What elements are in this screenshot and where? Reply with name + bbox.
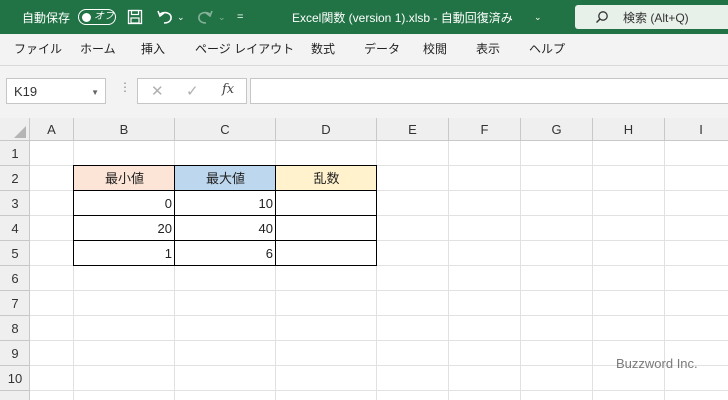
row-header-7[interactable]: 7 <box>0 291 30 316</box>
autosave-toggle[interactable]: オフ <box>78 9 116 25</box>
insert-function-button[interactable]: fx <box>222 82 234 97</box>
row-header-2[interactable]: 2 <box>0 166 30 191</box>
row-header-10[interactable]: 10 <box>0 366 30 391</box>
gridline <box>520 141 521 400</box>
tab-help[interactable]: ヘルプ <box>529 34 565 65</box>
column-header-a[interactable]: A <box>30 118 74 141</box>
cell-d2-random-header[interactable]: 乱数 <box>276 166 377 191</box>
cell-c5[interactable]: 6 <box>175 241 276 266</box>
redo-dropdown-icon[interactable]: ⌄ <box>218 0 226 34</box>
formula-bar: K19 ▼ ⋮ ✕ ✓ fx <box>0 66 728 118</box>
cell-c2-max-header[interactable]: 最大値 <box>175 166 276 191</box>
tab-view[interactable]: 表示 <box>476 34 500 65</box>
document-title[interactable]: Excel関数 (version 1).xlsb - 自動回復済み <box>292 0 513 34</box>
cell-b3[interactable]: 0 <box>74 191 175 216</box>
gridline <box>448 141 449 400</box>
column-header-i[interactable]: I <box>665 118 728 141</box>
column-header-d[interactable]: D <box>276 118 377 141</box>
column-header-b[interactable]: B <box>74 118 175 141</box>
cell-c3[interactable]: 10 <box>175 191 276 216</box>
name-box-dropdown-icon[interactable]: ▼ <box>91 88 99 97</box>
column-header-h[interactable]: H <box>593 118 665 141</box>
customize-toolbar-icon[interactable]: = <box>237 0 243 34</box>
ribbon-tabs: ファイル ホーム 挿入 ページ レイアウト 数式 データ 校閲 表示 ヘルプ <box>0 34 728 66</box>
redo-icon[interactable] <box>196 0 214 34</box>
row-header-4[interactable]: 4 <box>0 216 30 241</box>
autosave-state: オフ <box>94 11 114 22</box>
tab-review[interactable]: 校閲 <box>423 34 447 65</box>
enter-icon[interactable]: ✓ <box>186 82 199 100</box>
gridline <box>30 390 728 391</box>
cell-c4[interactable]: 40 <box>175 216 276 241</box>
autosave-label: 自動保存 <box>22 10 71 25</box>
name-box-value: K19 <box>14 83 38 99</box>
table-border <box>73 190 377 191</box>
tab-file[interactable]: ファイル <box>14 34 62 65</box>
formula-input[interactable] <box>250 78 728 104</box>
formula-bar-grip-icon[interactable]: ⋮ <box>119 80 131 94</box>
cell-d5[interactable] <box>276 241 377 266</box>
row-header-1[interactable]: 1 <box>0 141 30 166</box>
gridline <box>592 141 593 400</box>
gridline <box>30 290 728 291</box>
column-headers: A B C D E F G H I <box>0 118 728 141</box>
select-all-button[interactable] <box>0 118 30 141</box>
tab-page-layout[interactable]: ページ レイアウト <box>195 34 294 65</box>
title-dropdown-icon[interactable]: ⌄ <box>534 0 542 34</box>
row-header-9[interactable]: 9 <box>0 341 30 366</box>
row-headers: 1 2 3 4 5 6 7 8 9 10 <box>0 141 30 400</box>
undo-icon[interactable] <box>156 0 174 34</box>
undo-dropdown-icon[interactable]: ⌄ <box>177 0 185 34</box>
row-header-3[interactable]: 3 <box>0 191 30 216</box>
column-header-c[interactable]: C <box>175 118 276 141</box>
column-header-g[interactable]: G <box>521 118 593 141</box>
cell-b4[interactable]: 20 <box>74 216 175 241</box>
search-box[interactable]: 検索 (Alt+Q) <box>575 5 728 29</box>
table-border <box>73 215 377 216</box>
name-box[interactable]: K19 ▼ <box>6 78 106 104</box>
search-icon <box>595 10 609 24</box>
search-placeholder: 検索 (Alt+Q) <box>623 10 689 25</box>
cell-d4[interactable] <box>276 216 377 241</box>
gridline <box>30 315 728 316</box>
row-header-8[interactable]: 8 <box>0 316 30 341</box>
toggle-knob <box>82 12 91 22</box>
row-header-6[interactable]: 6 <box>0 266 30 291</box>
cell-b2-min-header[interactable]: 最小値 <box>74 166 175 191</box>
watermark: Buzzword Inc. <box>616 356 698 371</box>
save-icon[interactable] <box>127 0 143 34</box>
tab-data[interactable]: データ <box>364 34 400 65</box>
tab-formulas[interactable]: 数式 <box>311 34 335 65</box>
tab-insert[interactable]: 挿入 <box>141 34 165 65</box>
gridline <box>30 340 728 341</box>
tab-home[interactable]: ホーム <box>80 34 116 65</box>
cell-d3[interactable] <box>276 191 377 216</box>
cell-b5[interactable]: 1 <box>74 241 175 266</box>
column-header-f[interactable]: F <box>449 118 521 141</box>
select-all-icon <box>14 126 26 138</box>
row-header-5[interactable]: 5 <box>0 241 30 266</box>
formula-buttons: ✕ ✓ fx <box>137 78 247 104</box>
cancel-icon[interactable]: ✕ <box>151 82 164 100</box>
column-header-e[interactable]: E <box>377 118 449 141</box>
title-bar: 自動保存 オフ ⌄ ⌄ = Excel関数 (version 1).xlsb -… <box>0 0 728 34</box>
table-border <box>73 240 377 241</box>
